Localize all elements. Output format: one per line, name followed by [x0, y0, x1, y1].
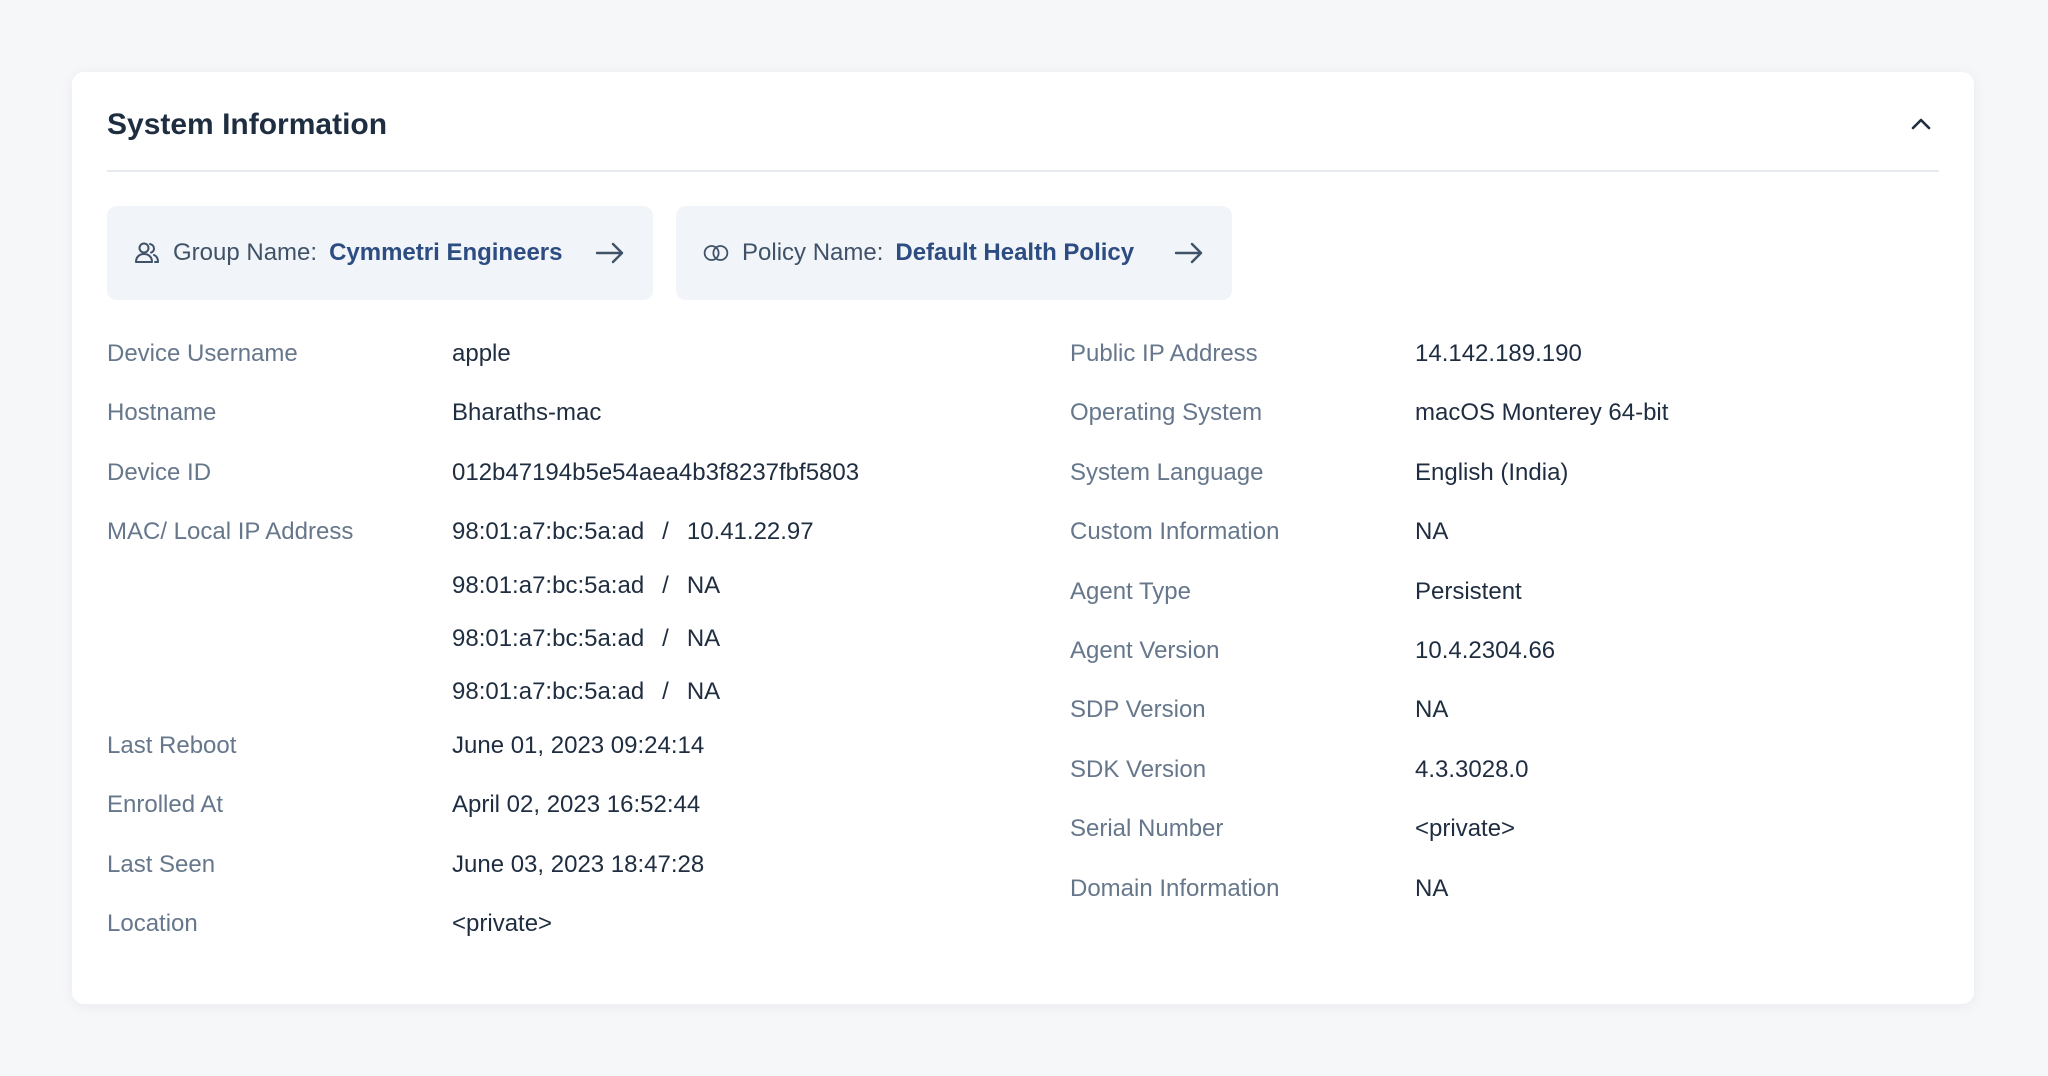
- detail-value: 4.3.3028.0: [1415, 755, 1529, 783]
- detail-row-agent-version: Agent Version 10.4.2304.66: [1070, 629, 1930, 688]
- group-name-value[interactable]: Cymmetri Engineers: [329, 239, 562, 267]
- detail-label: Public IP Address: [1070, 340, 1258, 367]
- detail-row-mac-ip: MAC/ Local IP Address 98:01:a7:bc:5a:ad /…: [107, 510, 1007, 563]
- policy-name-label: Policy Name:: [742, 239, 884, 266]
- detail-row-device-id: Device ID 012b47194b5e54aea4b3f8237fbf58…: [107, 451, 1007, 510]
- detail-row-operating-system: Operating System macOS Monterey 64-bit: [1070, 391, 1930, 450]
- mac-ip-separator: /: [662, 624, 669, 652]
- mac-ip-separator: /: [662, 571, 669, 599]
- mac-ip-separator: /: [662, 518, 669, 546]
- mac-ip-separator: /: [662, 678, 669, 706]
- detail-value: June 03, 2023 18:47:28: [452, 850, 705, 878]
- collapse-button[interactable]: [1903, 108, 1939, 144]
- detail-row-enrolled-at: Enrolled At April 02, 2023 16:52:44: [107, 783, 1007, 842]
- detail-value: Bharaths-mac: [452, 399, 602, 427]
- detail-value: April 02, 2023 16:52:44: [452, 791, 701, 819]
- detail-value: macOS Monterey 64-bit: [1415, 399, 1669, 427]
- detail-label: Domain Information: [1070, 874, 1280, 902]
- detail-row-sdp-version: SDP Version NA: [1070, 688, 1930, 747]
- detail-value: apple: [452, 340, 511, 367]
- detail-value: <private>: [1415, 815, 1516, 843]
- detail-label: SDP Version: [1070, 696, 1206, 724]
- local-ip-address: NA: [686, 571, 721, 599]
- detail-label: System Language: [1070, 458, 1264, 486]
- detail-label: Device Username: [107, 340, 298, 367]
- detail-label: Operating System: [1070, 399, 1263, 427]
- detail-row-mac-ip: 98:01:a7:bc:5a:ad / NA: [107, 617, 1007, 670]
- detail-value: NA: [1415, 518, 1449, 546]
- detail-value: NA: [1415, 874, 1449, 902]
- detail-value: Persistent: [1415, 577, 1522, 605]
- group-name-chip[interactable]: Group Name: Cymmetri Engineers: [107, 206, 653, 300]
- mac-address: 98:01:a7:bc:5a:ad: [452, 624, 645, 652]
- users-icon: [133, 239, 161, 267]
- local-ip-address: NA: [686, 678, 721, 706]
- detail-label: Last Reboot: [107, 731, 237, 759]
- arrow-right-icon[interactable]: [1174, 237, 1206, 269]
- mac-ip-entry: 98:01:a7:bc:5a:ad / NA: [452, 678, 720, 706]
- detail-label: Device ID: [107, 458, 212, 486]
- chevron-up-icon: [1910, 117, 1932, 136]
- right-details-column: Public IP Address 14.142.189.190 Operati…: [1070, 332, 1930, 926]
- mac-ip-entry: 98:01:a7:bc:5a:ad / NA: [452, 572, 720, 600]
- card-header: System Information: [107, 72, 1939, 172]
- detail-row-sdk-version: SDK Version 4.3.3028.0: [1070, 748, 1930, 807]
- detail-label: Location: [107, 909, 198, 937]
- mac-ip-entry: 98:01:a7:bc:5a:ad / 10.41.22.97: [452, 518, 814, 546]
- detail-label: Serial Number: [1070, 815, 1224, 843]
- mac-address: 98:01:a7:bc:5a:ad: [452, 571, 645, 599]
- detail-row-mac-ip: 98:01:a7:bc:5a:ad / NA: [107, 564, 1007, 617]
- mac-ip-entry: 98:01:a7:bc:5a:ad / NA: [452, 625, 720, 653]
- card-title: System Information: [107, 108, 388, 141]
- detail-row-location: Location <private>: [107, 902, 1007, 961]
- mac-address: 98:01:a7:bc:5a:ad: [452, 678, 645, 706]
- detail-row-device-username: Device Username apple: [107, 332, 1007, 391]
- policy-name-chip[interactable]: Policy Name: Default Health Policy: [676, 206, 1232, 300]
- detail-value: 012b47194b5e54aea4b3f8237fbf5803: [452, 458, 860, 486]
- detail-row-serial-number: Serial Number <private>: [1070, 807, 1930, 866]
- detail-label: MAC/ Local IP Address: [107, 518, 354, 546]
- detail-row-last-reboot: Last Reboot June 01, 2023 09:24:14: [107, 724, 1007, 783]
- detail-value: English (India): [1415, 458, 1569, 486]
- detail-row-system-language: System Language English (India): [1070, 451, 1930, 510]
- group-name-label: Group Name:: [173, 239, 318, 266]
- local-ip-address: NA: [686, 624, 721, 652]
- detail-row-public-ip: Public IP Address 14.142.189.190: [1070, 332, 1930, 391]
- detail-label: Agent Version: [1070, 636, 1220, 664]
- policy-rings-icon: [702, 239, 730, 267]
- detail-row-last-seen: Last Seen June 03, 2023 18:47:28: [107, 843, 1007, 902]
- detail-value: NA: [1415, 696, 1449, 724]
- arrow-right-icon[interactable]: [595, 237, 627, 269]
- detail-value: 14.142.189.190: [1415, 340, 1582, 367]
- detail-value: 10.4.2304.66: [1415, 636, 1556, 664]
- detail-label: SDK Version: [1070, 755, 1207, 783]
- detail-row-mac-ip: 98:01:a7:bc:5a:ad / NA: [107, 670, 1007, 723]
- detail-label: Enrolled At: [107, 791, 224, 819]
- detail-row-custom-information: Custom Information NA: [1070, 510, 1930, 569]
- detail-label: Agent Type: [1070, 577, 1191, 605]
- detail-row-domain-information: Domain Information NA: [1070, 867, 1930, 926]
- detail-label: Hostname: [107, 399, 217, 427]
- left-details-column: Device Username apple Hostname Bharaths-…: [107, 332, 1007, 961]
- detail-value: June 01, 2023 09:24:14: [452, 731, 705, 759]
- detail-row-agent-type: Agent Type Persistent: [1070, 570, 1930, 629]
- policy-name-value[interactable]: Default Health Policy: [895, 239, 1134, 267]
- mac-address: 98:01:a7:bc:5a:ad: [452, 518, 645, 546]
- detail-row-hostname: Hostname Bharaths-mac: [107, 391, 1007, 450]
- detail-label: Last Seen: [107, 850, 216, 878]
- local-ip-address: 10.41.22.97: [686, 518, 814, 546]
- detail-value: <private>: [452, 909, 553, 937]
- detail-label: Custom Information: [1070, 518, 1280, 546]
- system-information-card: System Information Group Name: Cymmetri …: [72, 72, 1974, 1004]
